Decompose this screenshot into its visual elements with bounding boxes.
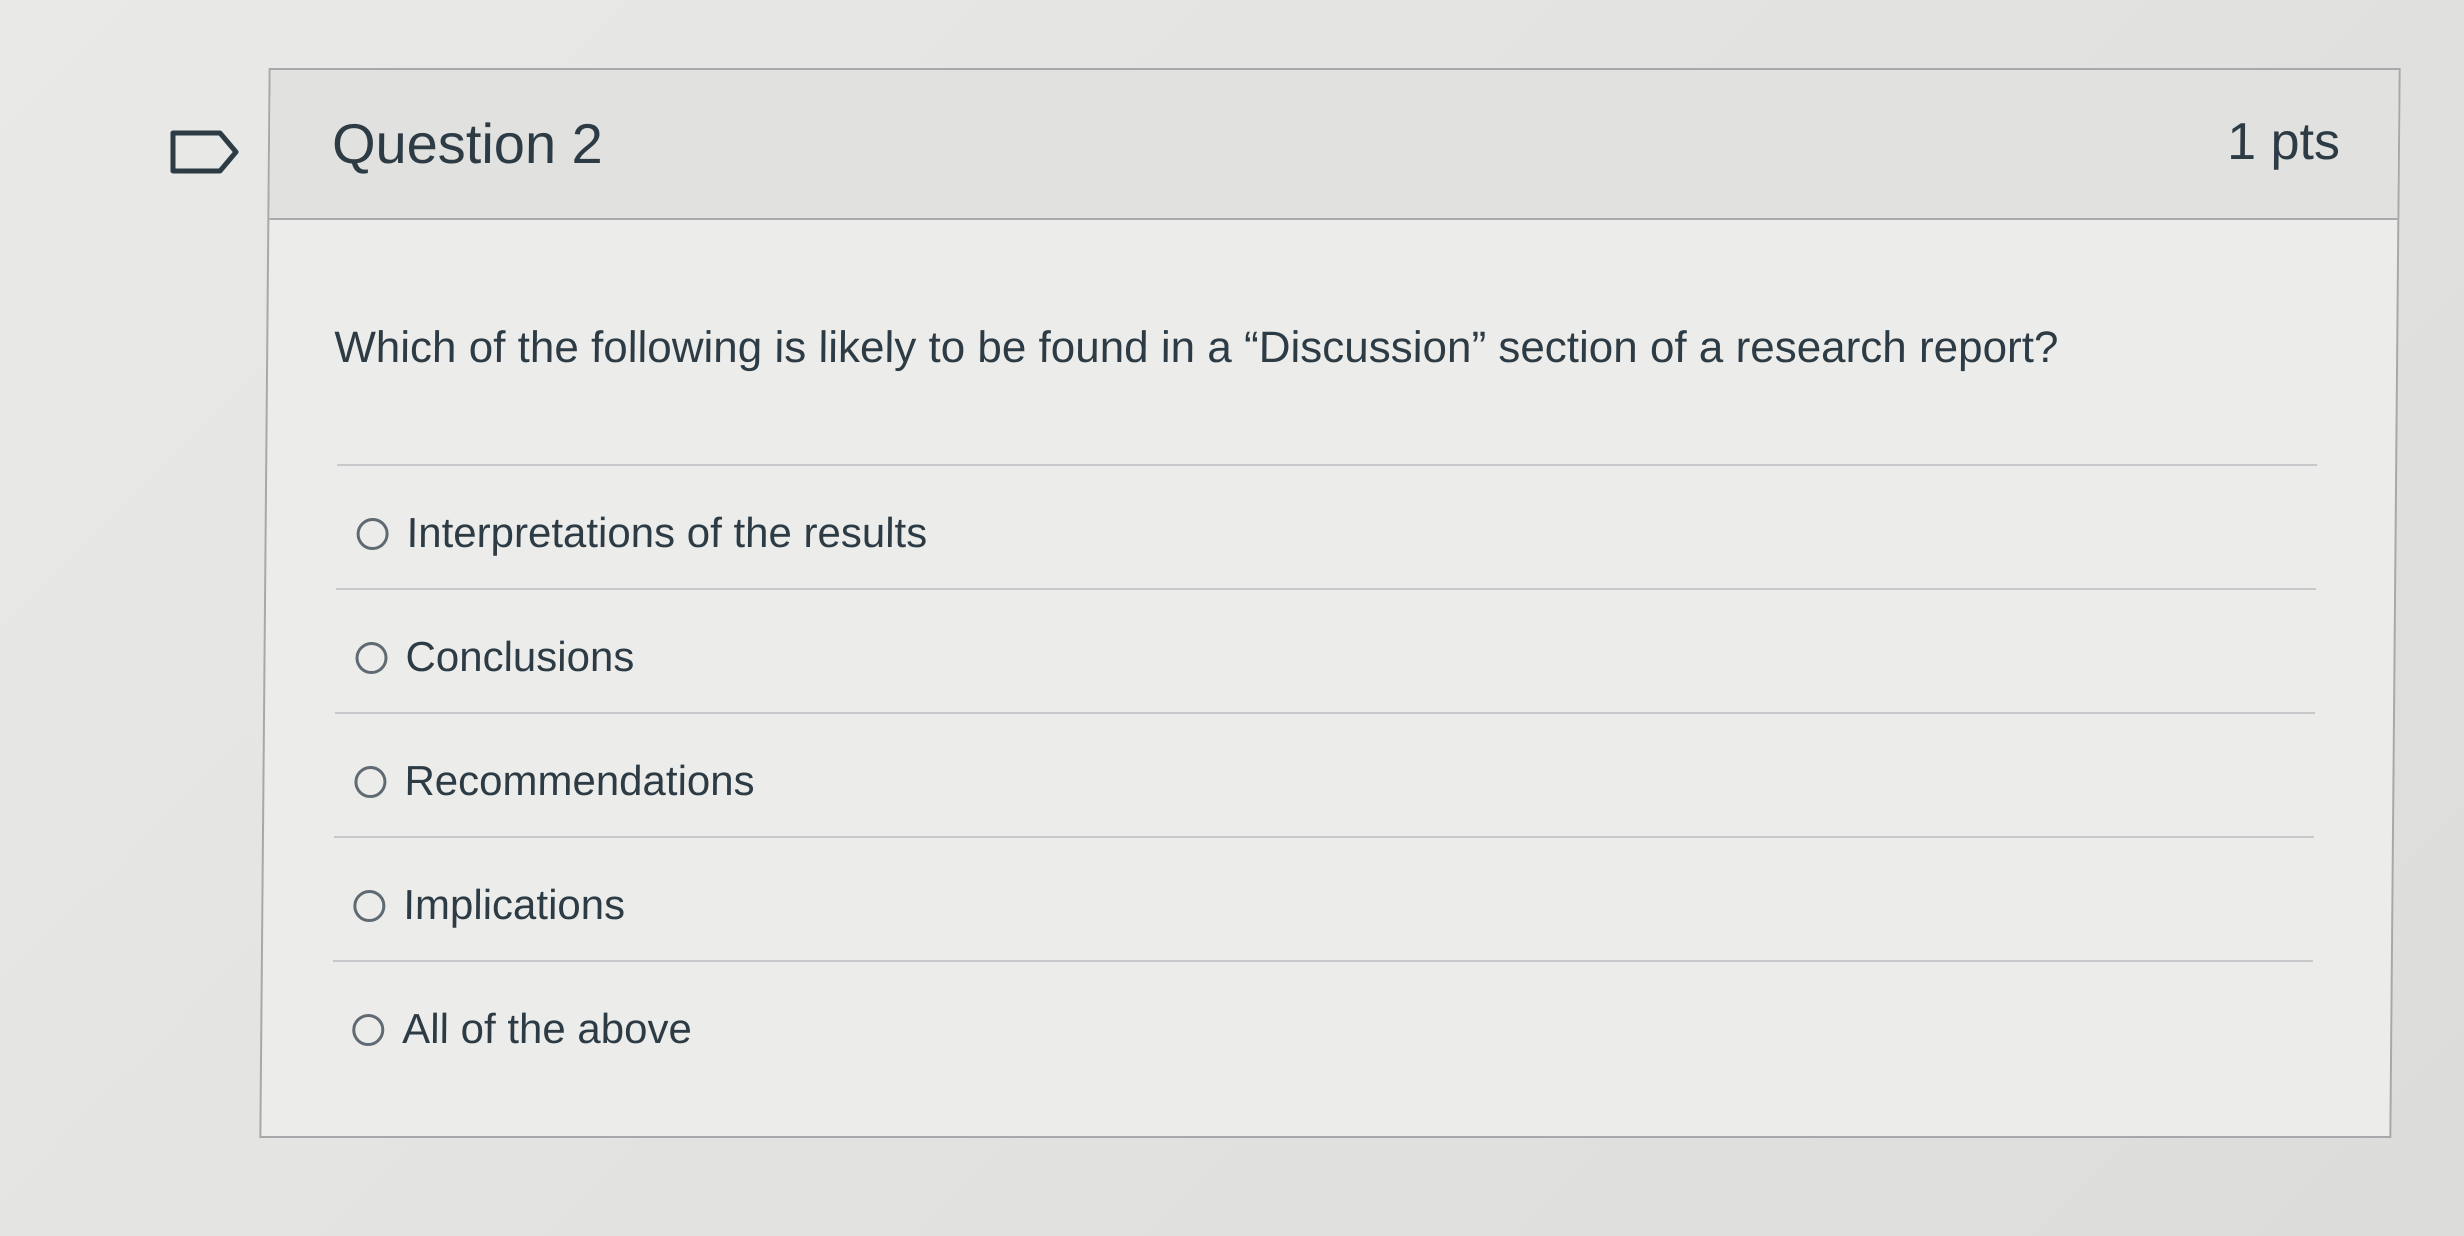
answer-option[interactable]: Conclusions: [335, 588, 2317, 712]
radio-unselected-icon[interactable]: [356, 518, 389, 550]
answer-label[interactable]: All of the above: [402, 1005, 692, 1052]
answer-label[interactable]: Implications: [403, 881, 625, 928]
radio-unselected-icon[interactable]: [352, 1014, 385, 1046]
question-title: Question 2: [331, 112, 604, 175]
radio-unselected-icon[interactable]: [355, 642, 388, 674]
answer-list: Interpretations of the results Conclusio…: [331, 464, 2318, 1084]
answer-label[interactable]: Recommendations: [404, 757, 755, 804]
question-points: 1 pts: [2227, 113, 2341, 171]
answer-option[interactable]: Interpretations of the results: [336, 464, 2318, 588]
radio-unselected-icon[interactable]: [354, 766, 387, 798]
answer-label[interactable]: Interpretations of the results: [406, 509, 927, 556]
flag-question-icon[interactable]: [170, 130, 240, 174]
answer-label[interactable]: Conclusions: [405, 633, 634, 680]
radio-unselected-icon[interactable]: [353, 890, 386, 922]
question-prompt: Which of the following is likely to be f…: [334, 323, 2059, 372]
answer-option[interactable]: Recommendations: [333, 712, 2316, 836]
question-header: Question 2 1 pts: [269, 70, 2399, 220]
answer-option[interactable]: Implications: [332, 836, 2314, 960]
answer-option[interactable]: All of the above: [331, 960, 2313, 1084]
question-card: Question 2 1 pts Which of the following …: [259, 68, 2401, 1138]
